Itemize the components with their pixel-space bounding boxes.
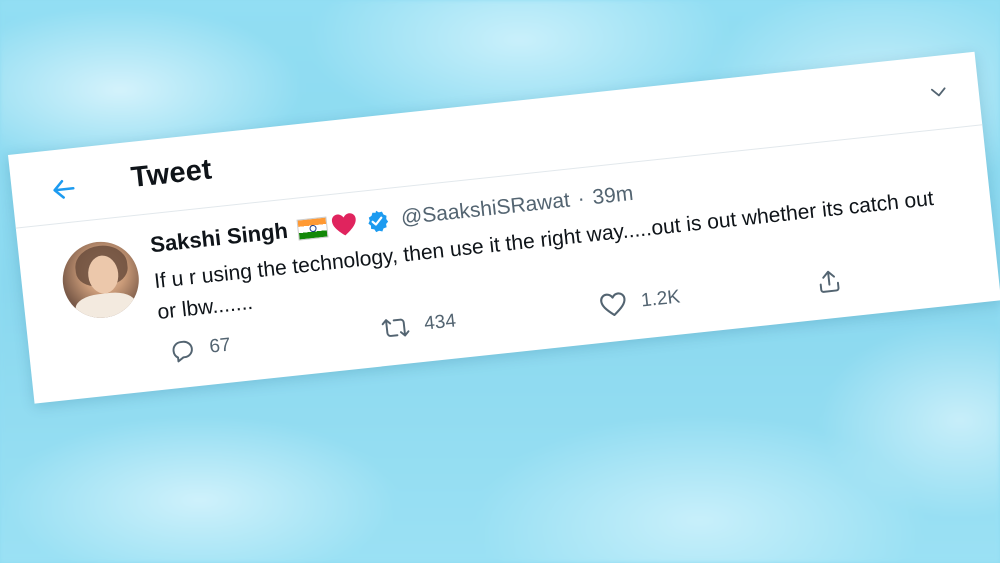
reply-icon xyxy=(172,340,193,363)
red-heart-emoji-icon xyxy=(330,211,358,238)
share-icon xyxy=(819,270,840,293)
heart-icon xyxy=(600,292,626,317)
tweet-timestamp[interactable]: 39m xyxy=(591,182,634,210)
arrow-left-icon xyxy=(53,179,75,199)
retweet-button[interactable]: 434 xyxy=(379,304,458,346)
avatar[interactable] xyxy=(58,238,143,322)
back-button[interactable] xyxy=(44,169,84,209)
retweet-count: 434 xyxy=(423,310,457,335)
india-flag-icon xyxy=(296,216,329,241)
display-name[interactable]: Sakshi Singh xyxy=(149,218,289,259)
reply-button[interactable]: 67 xyxy=(168,329,232,369)
reply-count: 67 xyxy=(208,334,232,358)
page-title: Tweet xyxy=(129,153,214,194)
like-count: 1.2K xyxy=(639,286,682,312)
retweet-icon xyxy=(381,318,410,337)
more-options-button[interactable] xyxy=(923,76,954,107)
like-button[interactable]: 1.2K xyxy=(598,280,682,322)
separator-dot: · xyxy=(576,187,586,211)
verified-badge-icon xyxy=(364,208,390,234)
share-button[interactable] xyxy=(814,263,843,300)
chevron-down-icon xyxy=(930,87,946,97)
